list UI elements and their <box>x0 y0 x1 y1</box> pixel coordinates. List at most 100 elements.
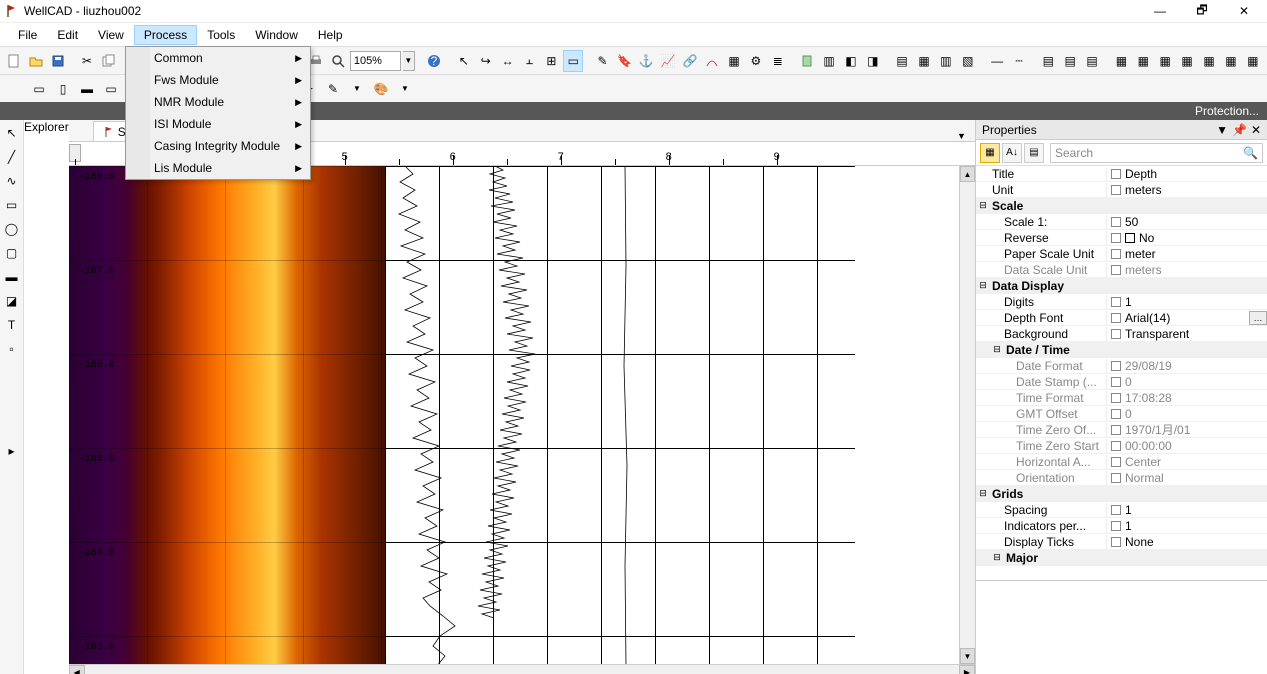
redo-button[interactable]: ↪ <box>476 50 496 72</box>
dd-casing[interactable]: Casing Integrity Module▶ <box>126 135 310 157</box>
prop-row[interactable]: Unitmeters <box>976 182 1267 198</box>
search-icon[interactable]: 🔍 <box>1243 146 1258 160</box>
protection-label[interactable]: Protection... <box>1195 104 1259 118</box>
explorer-tab[interactable]: Explorer <box>24 120 69 674</box>
report-e-button[interactable]: ▦ <box>1199 50 1219 72</box>
box-tool[interactable]: ▦ <box>724 50 744 72</box>
prop-row[interactable]: Time Zero Of...1970/1月/01 <box>976 422 1267 438</box>
prop-row[interactable]: Time Zero Start00:00:00 <box>976 438 1267 454</box>
report-b-button[interactable]: ▦ <box>1133 50 1153 72</box>
edit-tool[interactable]: ✎ <box>593 50 613 72</box>
prop-row[interactable]: BackgroundTransparent <box>976 326 1267 342</box>
scroll-right-icon[interactable]: ▶ <box>959 665 975 674</box>
curve-tracks[interactable] <box>385 166 959 664</box>
prop-row[interactable]: Display TicksNone <box>976 534 1267 550</box>
prop-row[interactable]: Paper Scale Unitmeter <box>976 246 1267 262</box>
scroll-left-icon[interactable]: ◀ <box>69 665 85 674</box>
group-a-button[interactable]: ▤ <box>892 50 912 72</box>
dd-isi[interactable]: ISI Module▶ <box>126 113 310 135</box>
ellipsis-button[interactable]: … <box>1249 311 1267 325</box>
prop-row[interactable]: Date Format29/08/19 <box>976 358 1267 374</box>
image-log-track[interactable]: -188.0 -187.0 -186.0 -185.0 -184.0 -183.… <box>69 166 385 664</box>
group-b-button[interactable]: ▦ <box>914 50 934 72</box>
horizontal-scrollbar[interactable]: ◀ ▶ <box>69 664 975 674</box>
prop-row[interactable]: Data Scale Unitmeters <box>976 262 1267 278</box>
menu-file[interactable]: File <box>8 25 47 45</box>
stack-right-button[interactable]: ◨ <box>863 50 883 72</box>
width-tool[interactable]: ↔ <box>498 50 518 72</box>
prop-row[interactable]: Digits1 <box>976 294 1267 310</box>
header-c-button[interactable]: ▤ <box>1082 50 1102 72</box>
scroll-down-icon[interactable]: ▼ <box>960 648 975 664</box>
report-d-button[interactable]: ▦ <box>1177 50 1197 72</box>
prop-row[interactable]: Scale 1:50 <box>976 214 1267 230</box>
report-g-button[interactable]: ▦ <box>1243 50 1263 72</box>
prop-row[interactable]: Spacing1 <box>976 502 1267 518</box>
properties-search[interactable]: Search 🔍 <box>1050 143 1263 163</box>
eraser-tool[interactable]: ◪ <box>3 292 21 310</box>
rect-tool[interactable]: ▭ <box>3 196 21 214</box>
menu-process[interactable]: Process <box>134 25 197 45</box>
header-a-button[interactable]: ▤ <box>1038 50 1058 72</box>
prop-category[interactable]: ⊟Grids <box>976 486 1267 502</box>
center-tool[interactable]: ⊞ <box>541 50 561 72</box>
bookmark-tool[interactable]: 🔖 <box>615 50 635 72</box>
open-button[interactable] <box>26 50 46 72</box>
select-tool[interactable]: ▭ <box>563 50 583 72</box>
prop-row[interactable]: OrientationNormal <box>976 470 1267 486</box>
copy-button[interactable] <box>99 50 119 72</box>
categorize-button[interactable]: ▦ <box>980 143 1000 163</box>
path-tool[interactable] <box>702 50 722 72</box>
sel-c-button[interactable]: ▬ <box>76 78 98 100</box>
anchor-tool[interactable]: ⚓ <box>636 50 656 72</box>
panel-menu-icon[interactable]: ▼ <box>1216 123 1228 137</box>
report-c-button[interactable]: ▦ <box>1155 50 1175 72</box>
prop-row[interactable]: Depth FontArial(14)… <box>976 310 1267 326</box>
link-tool[interactable]: 🔗 <box>680 50 700 72</box>
dd-common[interactable]: Common▶ <box>126 47 310 69</box>
insert-col-button[interactable]: ▥ <box>819 50 839 72</box>
header-b-button[interactable]: ▤ <box>1060 50 1080 72</box>
report-a-button[interactable]: ▦ <box>1111 50 1131 72</box>
prop-row[interactable]: Time Format17:08:28 <box>976 390 1267 406</box>
cursor-tool[interactable]: ↖ <box>454 50 474 72</box>
palette-button[interactable]: 🎨 <box>370 78 392 100</box>
pointer-tool[interactable]: ↖ <box>3 124 21 142</box>
vertical-scrollbar[interactable]: ▲ ▼ <box>959 166 975 664</box>
maximize-button[interactable]: 🗗 <box>1193 2 1211 20</box>
line-draw-tool[interactable]: ╱ <box>3 148 21 166</box>
scroll-up-icon[interactable]: ▲ <box>960 166 975 182</box>
alphabetize-button[interactable]: A↓ <box>1002 143 1022 163</box>
sel-a-button[interactable]: ▭ <box>28 78 50 100</box>
ellipse-tool[interactable]: ◯ <box>3 220 21 238</box>
close-button[interactable]: ✕ <box>1235 2 1253 20</box>
sel-d-button[interactable]: ▭ <box>100 78 122 100</box>
cut-button[interactable]: ✂ <box>77 50 97 72</box>
palette-dd[interactable]: ▼ <box>394 78 416 100</box>
prop-category[interactable]: ⊟Data Display <box>976 278 1267 294</box>
prop-subcategory[interactable]: ⊟Date / Time <box>976 342 1267 358</box>
polyline-tool[interactable]: ∿ <box>3 172 21 190</box>
new-button[interactable] <box>4 50 24 72</box>
menu-tools[interactable]: Tools <box>197 25 245 45</box>
stack-left-button[interactable]: ◧ <box>841 50 861 72</box>
group-c-button[interactable]: ▥ <box>936 50 956 72</box>
dd-lis[interactable]: Lis Module▶ <box>126 157 310 179</box>
expand-icon[interactable]: ▸ <box>3 442 21 460</box>
align-tool[interactable]: ⫠ <box>520 50 540 72</box>
prop-row[interactable]: Indicators per...1 <box>976 518 1267 534</box>
zoom-dropdown-icon[interactable]: ▼ <box>403 51 416 71</box>
fill-rect-tool[interactable]: ▬ <box>3 268 21 286</box>
layers-tool[interactable]: ≣ <box>768 50 788 72</box>
report-f-button[interactable]: ▦ <box>1221 50 1241 72</box>
chart-tool[interactable]: 📈 <box>658 50 678 72</box>
sel-b-button[interactable]: ▯ <box>52 78 74 100</box>
menu-help[interactable]: Help <box>308 25 353 45</box>
insert-log-button[interactable] <box>797 50 817 72</box>
tab-dropdown-icon[interactable]: ▼ <box>957 131 971 141</box>
prop-row[interactable]: GMT Offset0 <box>976 406 1267 422</box>
menu-edit[interactable]: Edit <box>47 25 88 45</box>
save-button[interactable] <box>48 50 68 72</box>
panel-close-icon[interactable]: ✕ <box>1251 123 1261 137</box>
dash-button[interactable]: ┄ <box>1009 50 1029 72</box>
